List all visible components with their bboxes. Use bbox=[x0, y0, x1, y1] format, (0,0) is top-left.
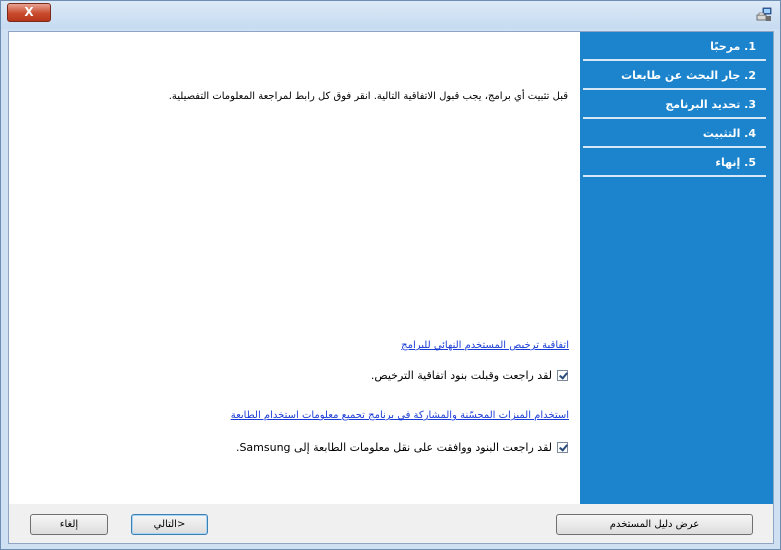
usage-sharing-label: لقد راجعت البنود ووافقت على نقل معلومات … bbox=[235, 441, 552, 454]
wizard-client-area: قبل تثبيت أي برامج، يجب قبول الاتفاقية ا… bbox=[8, 31, 774, 544]
steps-sidebar: 1. مرحبًا 2. جار البحث عن طابعات 3. تحدي… bbox=[580, 32, 773, 504]
step-install: 4. التثبيت bbox=[583, 119, 766, 148]
step-select-software: 3. تحديد البرنامج bbox=[583, 90, 766, 119]
intro-text: قبل تثبيت أي برامج، يجب قبول الاتفاقية ا… bbox=[168, 91, 568, 102]
step-finish: 5. إنهاء bbox=[583, 148, 766, 177]
step-searching-printers: 2. جار البحث عن طابعات bbox=[583, 61, 766, 90]
installer-window: X قبل تثبيت أي برامج، يجب قبول الاتفاقية… bbox=[0, 0, 781, 550]
usage-sharing-row[interactable]: لقد راجعت البنود ووافقت على نقل معلومات … bbox=[236, 441, 568, 454]
license-accept-label: لقد راجعت وقبلت بنود اتفاقية الترخيص. bbox=[370, 369, 552, 382]
step-welcome: 1. مرحبًا bbox=[583, 32, 766, 61]
license-accept-row[interactable]: لقد راجعت وقبلت بنود اتفاقية الترخيص. bbox=[371, 369, 568, 382]
license-agreement-link[interactable]: اتفاقية ترخيص المستخدم النهائي للبرامج bbox=[401, 340, 569, 351]
content-panel: قبل تثبيت أي برامج، يجب قبول الاتفاقية ا… bbox=[9, 32, 580, 504]
close-button[interactable]: X bbox=[7, 3, 51, 22]
title-bar: X bbox=[1, 1, 780, 29]
usage-sharing-link[interactable]: استخدام الميزات المحسّنة والمشاركة في بر… bbox=[231, 410, 569, 421]
usage-sharing-checkbox[interactable] bbox=[557, 442, 568, 453]
next-button[interactable]: التالي> bbox=[131, 514, 208, 535]
printer-computer-icon bbox=[756, 7, 772, 21]
cancel-button[interactable]: إلغاء bbox=[30, 514, 108, 535]
view-user-guide-button[interactable]: عرض دليل المستخدم bbox=[556, 514, 753, 535]
license-accept-checkbox[interactable] bbox=[557, 370, 568, 381]
